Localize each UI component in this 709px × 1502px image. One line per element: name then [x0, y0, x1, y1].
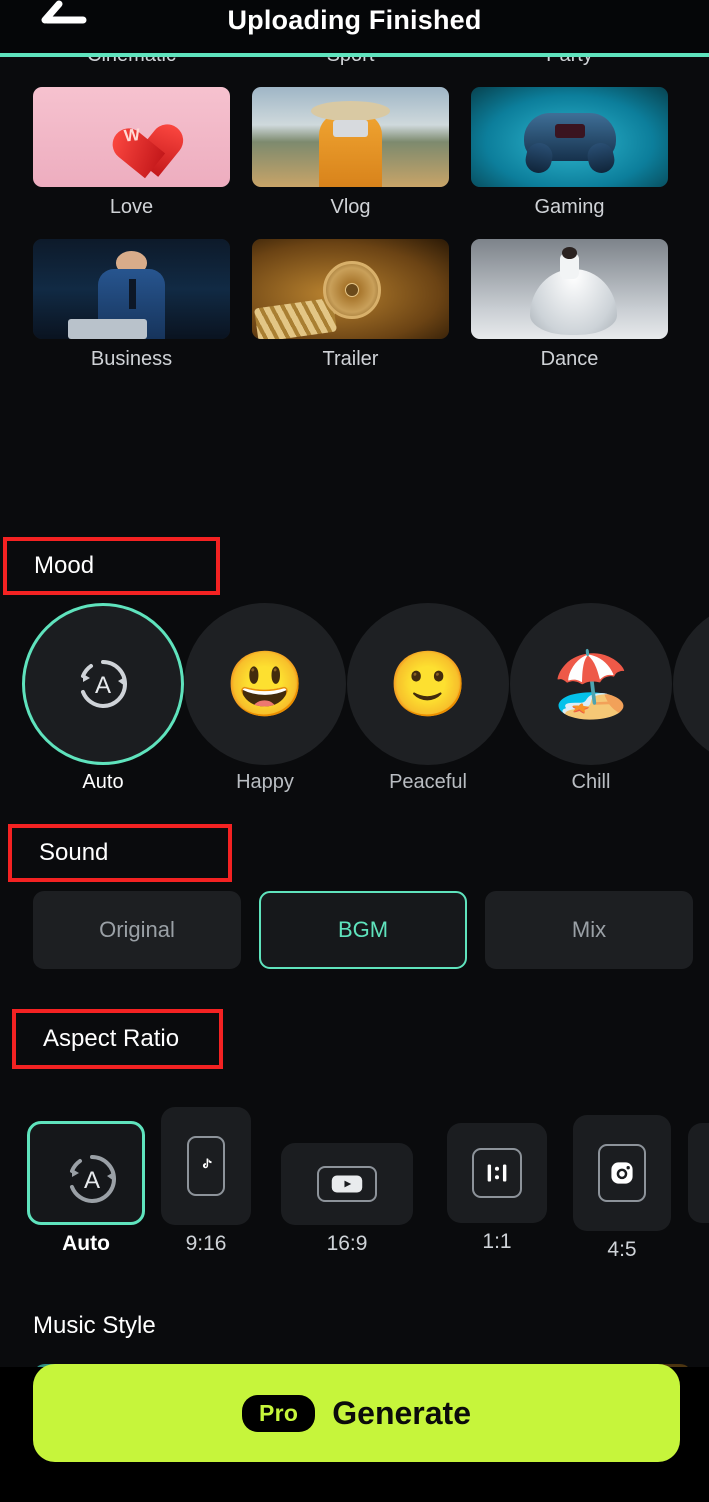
auto-rotate-icon: A	[60, 1147, 116, 1203]
template-label: Vlog	[330, 196, 371, 218]
template-card-gaming[interactable]: Gaming	[471, 87, 668, 219]
ratio-label: 9:16	[185, 1232, 227, 1255]
page-title: Uploading Finished	[227, 5, 482, 35]
slightly-smiling-face-emoji: 🙂	[388, 648, 468, 720]
gamepad-icon	[523, 113, 616, 161]
sound-option-original[interactable]: Original	[33, 891, 241, 969]
template-row: W Love Vlog Gaming	[0, 87, 709, 219]
template-grid: Cinematic Sport Party W Love	[0, 57, 709, 391]
mood-label: Chill	[571, 771, 611, 793]
app-header: Uploading Finished	[0, 0, 709, 54]
template-label: Dance	[540, 348, 599, 370]
beach-umbrella-emoji: 🏖️	[551, 648, 631, 720]
mood-circle: A	[22, 603, 184, 765]
svg-text:A: A	[84, 1167, 100, 1194]
square-ratio-icon	[472, 1148, 522, 1198]
mood-label: Peaceful	[389, 771, 467, 793]
ratio-option-4-5[interactable]: 4:5	[573, 1115, 671, 1262]
ratio-tile	[161, 1107, 251, 1225]
template-card-business[interactable]: Business	[33, 239, 230, 371]
ratio-label: 16:9	[326, 1232, 368, 1255]
ratio-option-1-1[interactable]: 1:1	[447, 1123, 547, 1254]
template-thumbnail	[33, 239, 230, 339]
template-row: Business Trailer Dance	[0, 239, 709, 371]
template-label: Party	[471, 57, 668, 67]
ratio-option-partial[interactable]	[688, 1123, 709, 1223]
mood-option-auto[interactable]: A Auto	[22, 603, 184, 794]
mood-option-happy[interactable]: 😃 Happy	[184, 603, 346, 794]
template-thumbnail	[471, 239, 668, 339]
mood-circle: 🏖️	[510, 603, 672, 765]
template-label: Trailer	[322, 348, 379, 370]
template-card-sport[interactable]: Sport	[252, 57, 449, 67]
template-label: Sport	[252, 57, 449, 67]
template-card-vlog[interactable]: Vlog	[252, 87, 449, 219]
aspect-ratio-options-row[interactable]: A Auto 9:16 16:9 1:1 4:5	[0, 1107, 709, 1267]
template-thumbnail	[252, 87, 449, 187]
mood-option-chill[interactable]: 🏖️ Chill	[510, 603, 672, 794]
template-label: Cinematic	[33, 57, 230, 67]
auto-rotate-icon: A	[71, 652, 135, 716]
ratio-tile	[281, 1143, 413, 1225]
ratio-option-9-16[interactable]: 9:16	[161, 1107, 251, 1256]
svg-text:A: A	[95, 672, 111, 699]
settings-scroll-area[interactable]: Cinematic Sport Party W Love	[0, 57, 709, 1367]
template-card-love[interactable]: W Love	[33, 87, 230, 219]
template-row: Cinematic Sport Party	[0, 57, 709, 67]
generate-label: Generate	[332, 1394, 471, 1431]
mood-label: Happy	[236, 771, 294, 793]
ratio-option-16-9[interactable]: 16:9	[281, 1143, 413, 1256]
template-card-cinematic[interactable]: Cinematic	[33, 57, 230, 67]
sound-section-title: Sound	[39, 839, 109, 866]
mood-circle: 😃	[184, 603, 346, 765]
template-card-party[interactable]: Party	[471, 57, 668, 67]
ratio-tile	[573, 1115, 671, 1231]
pro-badge: Pro	[242, 1394, 316, 1432]
ratio-label: 4:5	[607, 1238, 637, 1261]
sound-option-mix[interactable]: Mix	[485, 891, 693, 969]
mood-section-annotation: Mood	[3, 537, 220, 595]
mood-circle	[673, 603, 709, 765]
template-label: Love	[109, 196, 154, 218]
ratio-tile	[688, 1123, 709, 1223]
sound-options-row[interactable]: Original BGM Mix	[33, 891, 693, 969]
mood-label: Auto	[82, 771, 124, 793]
mood-section-title: Mood	[34, 552, 95, 579]
tiktok-icon	[187, 1136, 225, 1196]
template-thumbnail: W	[33, 87, 230, 187]
template-thumbnail	[252, 239, 449, 339]
heart-icon: W	[98, 104, 190, 179]
template-card-trailer[interactable]: Trailer	[252, 239, 449, 371]
generate-button[interactable]: Pro Generate	[33, 1364, 680, 1462]
youtube-icon	[317, 1166, 377, 1202]
grinning-face-emoji: 😃	[225, 648, 305, 720]
template-label: Gaming	[534, 196, 605, 218]
aspect-ratio-section-title: Aspect Ratio	[43, 1025, 180, 1052]
template-thumbnail	[471, 87, 668, 187]
ratio-option-auto[interactable]: A Auto	[27, 1121, 145, 1256]
ratio-tile: A	[27, 1121, 145, 1225]
mood-option-peaceful[interactable]: 🙂 Peaceful	[347, 603, 509, 794]
mood-circle: 🙂	[347, 603, 509, 765]
ratio-label: Auto	[62, 1232, 110, 1255]
sound-section-annotation: Sound	[8, 824, 232, 882]
ratio-tile	[447, 1123, 547, 1223]
aspect-ratio-section-annotation: Aspect Ratio	[12, 1009, 223, 1069]
music-style-title: Music Style	[33, 1312, 156, 1339]
ratio-label: 1:1	[482, 1230, 512, 1253]
template-card-dance[interactable]: Dance	[471, 239, 668, 371]
sound-option-bgm[interactable]: BGM	[259, 891, 467, 969]
template-label: Business	[90, 348, 173, 370]
mood-option-partial[interactable]	[673, 603, 709, 765]
instagram-icon	[598, 1144, 646, 1202]
mood-options-row[interactable]: A Auto 😃 Happy 🙂 Peaceful 🏖️ Chill	[0, 603, 709, 793]
generate-bar: Pro Generate	[0, 1364, 709, 1502]
